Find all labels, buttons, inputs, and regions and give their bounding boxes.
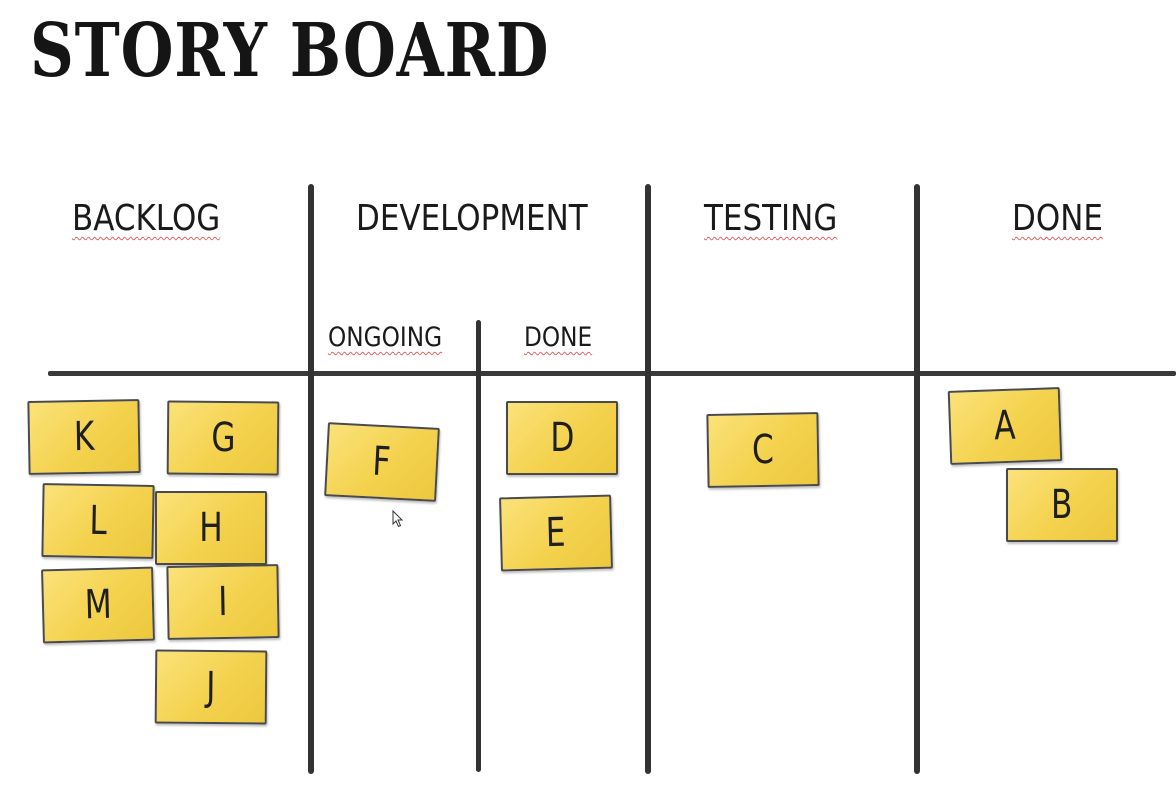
column-divider-backlog-development xyxy=(308,184,314,774)
page-title: STORY BOARD xyxy=(30,8,550,94)
column-header-done: DONE xyxy=(1012,198,1103,239)
card-label: I xyxy=(217,578,228,626)
subcolumn-header-ongoing: ONGOING xyxy=(328,322,443,353)
column-header-backlog: BACKLOG xyxy=(72,198,221,239)
card-label: G xyxy=(210,414,236,462)
story-card-k[interactable]: K xyxy=(27,399,141,475)
story-card-f[interactable]: F xyxy=(324,422,440,502)
story-card-h[interactable]: H xyxy=(155,491,267,565)
story-card-b[interactable]: B xyxy=(1006,468,1118,542)
story-board: STORY BOARD BACKLOG DEVELOPMENT TESTING … xyxy=(0,0,1176,786)
card-label: H xyxy=(199,505,223,551)
card-label: C xyxy=(751,426,775,474)
story-card-e[interactable]: E xyxy=(499,494,613,572)
story-card-g[interactable]: G xyxy=(166,400,280,476)
column-divider-testing-done xyxy=(914,184,920,774)
story-card-a[interactable]: A xyxy=(947,387,1063,465)
card-label: L xyxy=(88,497,108,545)
column-divider-ongoing-done xyxy=(476,320,481,772)
card-label: M xyxy=(83,581,113,629)
story-card-j[interactable]: J xyxy=(154,649,268,725)
card-label: K xyxy=(73,413,95,461)
card-label: A xyxy=(993,402,1017,450)
card-label: E xyxy=(545,509,567,557)
story-card-d[interactable]: D xyxy=(506,401,618,475)
subcolumn-header-dev-done: DONE xyxy=(524,322,593,353)
column-header-development: DEVELOPMENT xyxy=(356,198,588,239)
story-card-i[interactable]: I xyxy=(166,564,280,640)
card-label: F xyxy=(371,438,393,486)
story-card-m[interactable]: M xyxy=(41,566,155,644)
card-label: B xyxy=(1051,482,1073,528)
column-divider-development-testing xyxy=(645,184,651,774)
header-divider-line xyxy=(48,371,1176,376)
card-label: D xyxy=(549,415,575,461)
card-label: J xyxy=(206,663,216,711)
story-card-l[interactable]: L xyxy=(41,483,155,559)
column-header-testing: TESTING xyxy=(704,198,838,239)
story-card-c[interactable]: C xyxy=(706,412,820,488)
mouse-cursor-icon xyxy=(392,510,404,528)
